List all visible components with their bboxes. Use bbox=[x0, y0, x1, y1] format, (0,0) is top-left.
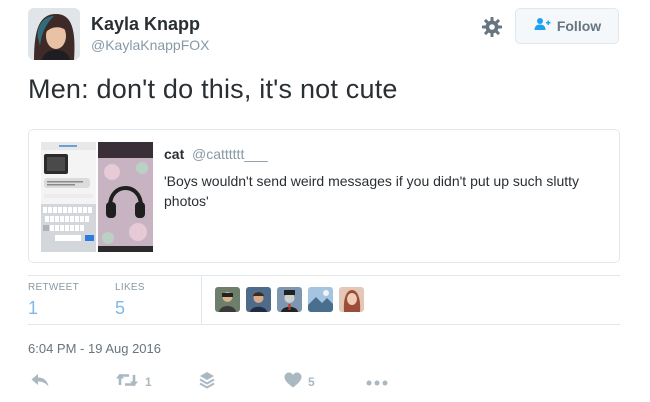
retweets-label[interactable]: RETWEET bbox=[28, 282, 79, 293]
quoted-screenshot-photo bbox=[98, 142, 153, 252]
quoted-author-name[interactable]: cat bbox=[164, 146, 184, 162]
heart-icon bbox=[284, 372, 302, 393]
quoted-tweet-media[interactable] bbox=[41, 142, 153, 252]
liker-avatar[interactable] bbox=[339, 287, 364, 312]
follow-button-label: Follow bbox=[556, 18, 602, 34]
retweet-button[interactable]: 1 bbox=[115, 372, 152, 392]
likers-avatars bbox=[215, 287, 364, 312]
likes-label[interactable]: LIKES bbox=[115, 282, 145, 293]
reply-button[interactable] bbox=[30, 372, 50, 392]
retweet-action-count: 1 bbox=[145, 375, 152, 389]
retweet-icon bbox=[115, 372, 139, 393]
liker-avatar[interactable] bbox=[308, 287, 333, 312]
quoted-tweet[interactable]: cat @catttttt___ 'Boys wouldn't send wei… bbox=[28, 129, 620, 263]
retweets-count[interactable]: 1 bbox=[28, 298, 38, 319]
more-button[interactable] bbox=[366, 372, 388, 392]
stats-top-divider bbox=[28, 275, 620, 276]
follow-person-icon bbox=[533, 17, 551, 36]
tweet-text: Men: don't do this, it's not cute bbox=[28, 74, 398, 104]
follow-button[interactable]: Follow bbox=[515, 8, 619, 44]
stats-separator bbox=[201, 275, 202, 324]
tweet-card: Kayla Knapp @KaylaKnappFOX Follow Men: d… bbox=[0, 0, 650, 402]
moments-button[interactable] bbox=[198, 371, 216, 394]
author-handle[interactable]: @KaylaKnappFOX bbox=[91, 37, 210, 53]
reply-icon bbox=[30, 372, 50, 393]
like-action-count: 5 bbox=[308, 375, 315, 389]
quoted-tweet-text: 'Boys wouldn't send weird messages if yo… bbox=[164, 173, 580, 209]
stats-bottom-divider bbox=[28, 324, 620, 325]
author-avatar[interactable] bbox=[28, 8, 80, 60]
likes-count[interactable]: 5 bbox=[115, 298, 125, 319]
more-icon bbox=[366, 373, 388, 391]
tweet-timestamp[interactable]: 6:04 PM - 19 Aug 2016 bbox=[28, 341, 161, 356]
gear-icon[interactable] bbox=[480, 15, 504, 39]
stack-icon bbox=[198, 371, 216, 394]
like-button[interactable]: 5 bbox=[284, 372, 315, 392]
liker-avatar[interactable] bbox=[277, 287, 302, 312]
liker-avatar[interactable] bbox=[215, 287, 240, 312]
liker-avatar[interactable] bbox=[246, 287, 271, 312]
quoted-author-handle[interactable]: @catttttt___ bbox=[192, 146, 268, 162]
quoted-screenshot-messages bbox=[41, 142, 96, 252]
author-display-name[interactable]: Kayla Knapp bbox=[91, 14, 200, 35]
